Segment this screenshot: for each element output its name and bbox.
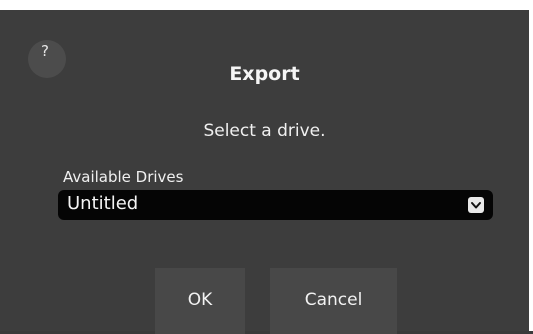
question-icon: ?: [41, 42, 49, 60]
cancel-button[interactable]: Cancel: [270, 268, 397, 334]
drive-select-value: Untitled: [67, 193, 139, 214]
export-dialog: ? Export Select a drive. Available Drive…: [0, 0, 533, 334]
available-drives-label: Available Drives: [63, 168, 184, 186]
drive-select[interactable]: Untitled: [58, 190, 493, 220]
dialog-title: Export: [229, 63, 300, 85]
chevron-down-icon[interactable]: [468, 197, 484, 213]
dialog-message: Select a drive.: [203, 121, 326, 141]
ok-button[interactable]: OK: [155, 268, 245, 334]
